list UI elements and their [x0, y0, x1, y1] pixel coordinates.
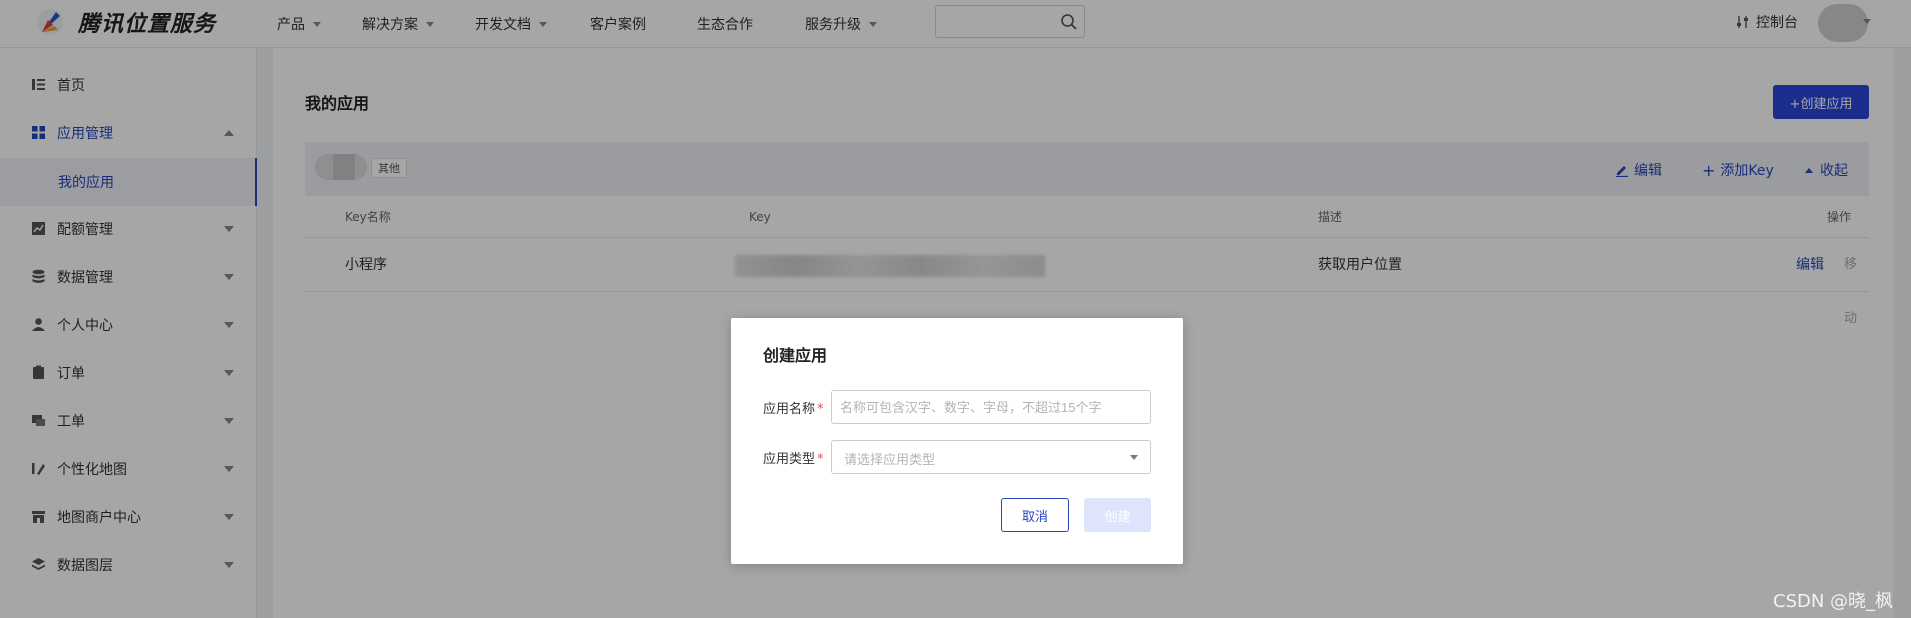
app-name-field	[831, 390, 1151, 424]
create-button[interactable]: 创建	[1084, 498, 1151, 532]
app-type-label-text: 应用类型	[763, 452, 816, 467]
watermark: CSDN @晓_枫	[1773, 591, 1894, 612]
app-name-label-text: 应用名称	[763, 402, 816, 417]
app-name-input[interactable]	[840, 391, 1140, 423]
app-type-placeholder: 请选择应用类型	[844, 453, 936, 468]
required-mark: *	[817, 452, 824, 467]
app-name-label: 应用名称 *	[763, 398, 824, 417]
chevron-down-icon	[1130, 455, 1138, 460]
create-app-dialog: 创建应用 应用名称* 应用类型* 请选择应用类型 取消 创建	[731, 318, 1183, 564]
required-mark: *	[817, 402, 824, 417]
cancel-button[interactable]: 取消	[1001, 498, 1069, 532]
app-type-select[interactable]: 请选择应用类型	[831, 440, 1151, 474]
dialog-title: 创建应用	[763, 346, 828, 365]
app-type-label: 应用类型 *	[763, 448, 824, 467]
